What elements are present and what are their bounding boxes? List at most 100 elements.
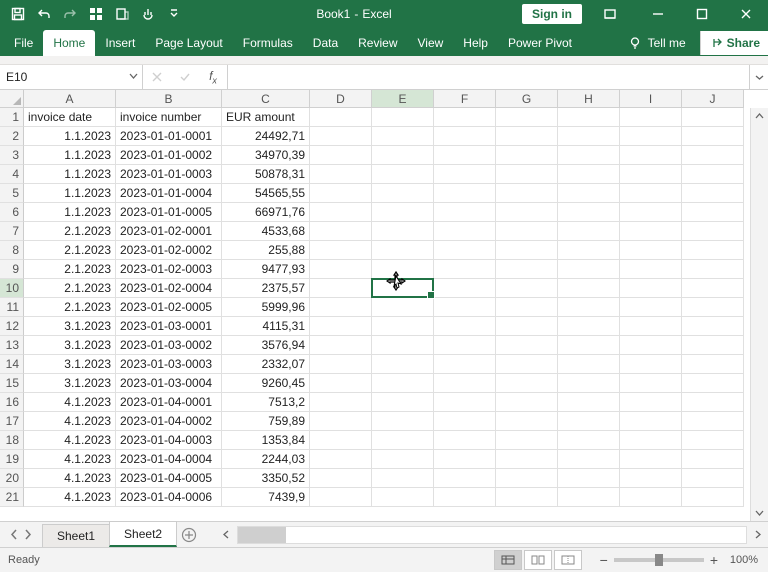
cell[interactable] <box>620 355 682 374</box>
row-header-11[interactable]: 11 <box>0 298 24 317</box>
cell[interactable]: 2023-01-01-0004 <box>116 184 222 203</box>
cell[interactable] <box>434 127 496 146</box>
cell[interactable]: 2023-01-01-0002 <box>116 146 222 165</box>
row-header-5[interactable]: 5 <box>0 184 24 203</box>
cell[interactable]: 3.1.2023 <box>24 374 116 393</box>
touch-mode-button[interactable] <box>136 2 160 26</box>
cell[interactable] <box>496 317 558 336</box>
cell[interactable] <box>310 260 372 279</box>
column-header-D[interactable]: D <box>310 90 372 108</box>
cell[interactable] <box>310 469 372 488</box>
cell[interactable]: 2.1.2023 <box>24 222 116 241</box>
cell[interactable] <box>434 336 496 355</box>
cell[interactable] <box>372 108 434 127</box>
cell[interactable] <box>558 222 620 241</box>
cell[interactable]: 2.1.2023 <box>24 241 116 260</box>
column-header-G[interactable]: G <box>496 90 558 108</box>
cell[interactable] <box>682 203 744 222</box>
cell[interactable] <box>496 431 558 450</box>
cell[interactable] <box>372 431 434 450</box>
cell[interactable]: 2332,07 <box>222 355 310 374</box>
cell[interactable]: 4.1.2023 <box>24 431 116 450</box>
cell[interactable] <box>372 241 434 260</box>
cell[interactable]: 2023-01-04-0001 <box>116 393 222 412</box>
redo-button[interactable] <box>58 2 82 26</box>
cell[interactable] <box>310 241 372 260</box>
cell[interactable]: 2023-01-04-0003 <box>116 431 222 450</box>
new-sheet-button[interactable] <box>176 522 202 547</box>
cell[interactable]: 24492,71 <box>222 127 310 146</box>
cell[interactable] <box>372 298 434 317</box>
cell[interactable] <box>434 146 496 165</box>
cell[interactable] <box>372 317 434 336</box>
cell[interactable]: 50878,31 <box>222 165 310 184</box>
cell[interactable]: 2023-01-02-0002 <box>116 241 222 260</box>
cell[interactable]: 759,89 <box>222 412 310 431</box>
cell[interactable] <box>434 260 496 279</box>
cell[interactable] <box>310 393 372 412</box>
cell[interactable] <box>496 146 558 165</box>
row-header-10[interactable]: 10 <box>0 279 24 298</box>
cell[interactable] <box>558 374 620 393</box>
cell[interactable] <box>372 450 434 469</box>
cell[interactable] <box>310 108 372 127</box>
zoom-slider-thumb[interactable] <box>655 554 663 566</box>
cell[interactable] <box>434 450 496 469</box>
cell[interactable] <box>310 488 372 507</box>
ribbon-tab-view[interactable]: View <box>408 30 454 56</box>
row-header-4[interactable]: 4 <box>0 165 24 184</box>
row-header-18[interactable]: 18 <box>0 431 24 450</box>
cell[interactable] <box>372 469 434 488</box>
cell[interactable] <box>558 450 620 469</box>
cell[interactable]: 1.1.2023 <box>24 184 116 203</box>
cell[interactable] <box>620 108 682 127</box>
undo-button[interactable] <box>32 2 56 26</box>
cell[interactable] <box>558 355 620 374</box>
cell[interactable]: 2023-01-03-0002 <box>116 336 222 355</box>
hscroll-track[interactable] <box>237 526 747 544</box>
cell[interactable]: invoice number <box>116 108 222 127</box>
cell[interactable] <box>682 127 744 146</box>
spreadsheet-grid[interactable]: ABCDEFGHIJ 12345678910111213141516171819… <box>0 90 768 521</box>
sign-in-button[interactable]: Sign in <box>522 4 582 24</box>
cell[interactable] <box>682 412 744 431</box>
cell[interactable] <box>682 108 744 127</box>
row-header-15[interactable]: 15 <box>0 374 24 393</box>
cell[interactable] <box>434 469 496 488</box>
cell[interactable] <box>620 203 682 222</box>
cell[interactable] <box>434 488 496 507</box>
cell[interactable] <box>310 127 372 146</box>
cell[interactable] <box>620 279 682 298</box>
zoom-slider[interactable] <box>614 558 704 562</box>
ribbon-tab-review[interactable]: Review <box>348 30 407 56</box>
save-button[interactable] <box>6 2 30 26</box>
cell[interactable] <box>682 222 744 241</box>
scroll-right-button[interactable] <box>749 526 766 543</box>
cell[interactable] <box>310 355 372 374</box>
row-header-7[interactable]: 7 <box>0 222 24 241</box>
cancel-formula-button[interactable] <box>143 71 171 83</box>
tell-me-button[interactable]: Tell me <box>620 36 694 50</box>
cell[interactable]: 4533,68 <box>222 222 310 241</box>
cell[interactable] <box>434 393 496 412</box>
share-button[interactable]: Share <box>700 31 768 55</box>
cell[interactable] <box>434 412 496 431</box>
cell[interactable] <box>558 241 620 260</box>
cell[interactable]: 3.1.2023 <box>24 336 116 355</box>
cell[interactable] <box>620 469 682 488</box>
cell[interactable]: 2023-01-02-0003 <box>116 260 222 279</box>
cell[interactable] <box>558 203 620 222</box>
cell[interactable]: 1353,84 <box>222 431 310 450</box>
cell[interactable] <box>620 260 682 279</box>
chevron-down-icon[interactable] <box>129 72 138 81</box>
column-header-B[interactable]: B <box>116 90 222 108</box>
cell[interactable] <box>558 146 620 165</box>
row-header-17[interactable]: 17 <box>0 412 24 431</box>
row-header-21[interactable]: 21 <box>0 488 24 507</box>
cell[interactable] <box>372 222 434 241</box>
zoom-in-button[interactable]: + <box>710 552 718 568</box>
scroll-down-button[interactable] <box>751 504 768 521</box>
ribbon-tab-formulas[interactable]: Formulas <box>233 30 303 56</box>
cell[interactable]: EUR amount <box>222 108 310 127</box>
cell[interactable]: 2023-01-01-0005 <box>116 203 222 222</box>
